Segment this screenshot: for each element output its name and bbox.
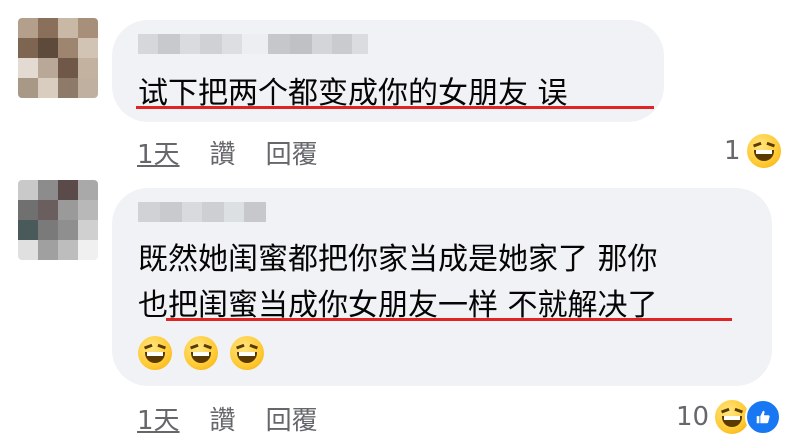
avatar-pixel [58,18,78,38]
annotation-underline [136,106,654,109]
commenter-avatar-2[interactable] [18,180,98,260]
avatar-pixel [58,240,78,260]
laughing-emoji-icon [138,336,172,370]
annotation-underline [166,318,732,321]
avatar-pixel [58,180,78,200]
reply-button[interactable]: 回覆 [266,400,318,437]
avatar-pixel [38,78,58,98]
like-thumb-icon [745,399,782,435]
reply-button[interactable]: 回覆 [266,134,318,171]
commenter-avatar-1[interactable] [18,18,98,98]
timestamp-link[interactable]: 1天 [137,134,180,171]
comment-actions-2: 1天 讚 回覆 [137,400,348,437]
comment-bubble-2: 既然她闺蜜都把你家当成是她家了 那你 也把闺蜜当成你女朋友一样 不就解决了 [112,188,772,386]
avatar-pixel [38,18,58,38]
avatar-pixel [18,200,38,220]
avatar-pixel [18,240,38,260]
avatar-pixel [78,38,98,58]
avatar-pixel [58,58,78,78]
avatar-pixel [18,38,38,58]
avatar-pixel [18,18,38,38]
reaction-count: 1 [724,136,741,166]
avatar-pixel [58,38,78,58]
avatar-pixel [78,200,98,220]
avatar-pixel [58,78,78,98]
avatar-pixel [38,58,58,78]
inline-emojis [138,336,264,370]
comment-text-line-2: 也把闺蜜当成你女朋友一样 不就解决了 [138,288,658,323]
avatar-pixel [78,58,98,78]
comment-text-line-1: 既然她闺蜜都把你家当成是她家了 那你 [138,242,658,277]
avatar-pixel [38,220,58,240]
like-button[interactable]: 讚 [210,134,236,171]
avatar-pixel [18,220,38,240]
avatar-pixel [78,220,98,240]
reaction-count: 10 [676,402,710,432]
commenter-name-blurred[interactable] [138,34,368,54]
avatar-pixel [38,38,58,58]
like-button[interactable]: 讚 [210,400,236,437]
avatar-pixel [38,200,58,220]
avatar-pixel [38,240,58,260]
avatar-pixel [38,180,58,200]
avatar-pixel [78,240,98,260]
comment-text: 试下把两个都变成你的女朋友 误 [138,76,568,111]
avatar-pixel [18,58,38,78]
comment-actions-1: 1天 讚 回覆 [137,134,348,171]
avatar-pixel [78,78,98,98]
avatar-pixel [78,180,98,200]
avatar-pixel [58,200,78,220]
avatar-pixel [18,180,38,200]
commenter-name-blurred[interactable] [138,202,266,222]
reaction-summary-1[interactable]: 1 [724,132,783,170]
avatar-pixel [78,18,98,38]
avatar-pixel [58,220,78,240]
timestamp-link[interactable]: 1天 [137,400,180,437]
reaction-summary-2[interactable]: 10 [676,398,782,436]
avatar-pixel [18,78,38,98]
laughing-emoji-icon [184,336,218,370]
laughing-emoji-icon [744,132,783,170]
laughing-emoji-icon [230,336,264,370]
